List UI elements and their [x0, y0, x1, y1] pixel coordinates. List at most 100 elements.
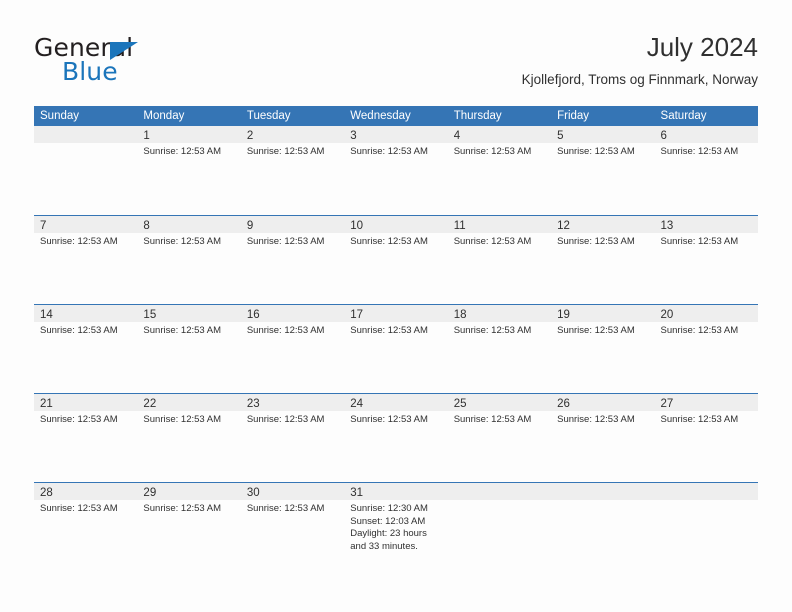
day-events: Sunrise: 12:53 AM: [137, 322, 240, 338]
calendar-day-cell[interactable]: 31 Sunrise: 12:30 AM Sunset: 12:03 AM Dayli…: [344, 483, 448, 571]
calendar-day-cell[interactable]: 17 Sunrise: 12:53 AM: [344, 305, 448, 393]
day-events: [34, 143, 137, 146]
calendar-day-cell[interactable]: 14 Sunrise: 12:53 AM: [34, 305, 138, 393]
day-number-band: 3: [344, 126, 448, 143]
day-number-band: 2: [240, 126, 345, 143]
day-event-line: Sunrise: 12:53 AM: [143, 503, 222, 514]
calendar-day-cell[interactable]: 19 Sunrise: 12:53 AM: [551, 305, 655, 393]
day-number: 27: [660, 398, 674, 410]
day-events: Sunrise: 12:53 AM: [34, 500, 137, 516]
day-number: 3: [350, 130, 357, 142]
day-number-band: 30: [240, 483, 345, 500]
day-number: 13: [660, 220, 674, 232]
day-events: [551, 500, 654, 503]
day-events: Sunrise: 12:53 AM: [344, 322, 447, 338]
day-number: 14: [40, 309, 53, 321]
calendar-day-cell[interactable]: 29 Sunrise: 12:53 AM: [137, 483, 241, 571]
calendar-day-cell[interactable]: 2 Sunrise: 12:53 AM: [240, 126, 345, 215]
calendar-day-cell[interactable]: 28 Sunrise: 12:53 AM: [34, 483, 138, 571]
page-title: July 2024: [646, 32, 758, 62]
calendar-day-cell[interactable]: 25 Sunrise: 12:53 AM: [447, 394, 552, 482]
calendar-day-cell[interactable]: 13 Sunrise: 12:53 AM: [654, 216, 758, 304]
calendar-day-cell[interactable]: 7 Sunrise: 12:53 AM: [34, 216, 138, 304]
day-number: 1: [143, 130, 150, 142]
day-number: 31: [350, 487, 364, 499]
day-event-line: Sunrise: 12:53 AM: [143, 146, 222, 157]
day-event-line: Sunrise: 12:53 AM: [557, 414, 635, 425]
calendar-page: General Blue July 2024 Kjollefjord, Trom…: [0, 0, 792, 612]
day-number: 23: [246, 398, 260, 410]
calendar-day-cell[interactable]: 24 Sunrise: 12:53 AM: [344, 394, 448, 482]
calendar-day-cell[interactable]: 8 Sunrise: 12:53 AM: [137, 216, 241, 304]
day-number-band: 22: [137, 394, 241, 411]
calendar-day-cell[interactable]: 6 Sunrise: 12:53 AM: [654, 126, 758, 215]
calendar-day-cell[interactable]: 9 Sunrise: 12:53 AM: [240, 216, 345, 304]
day-number-band: 12: [551, 216, 655, 233]
day-number: 12: [557, 220, 570, 232]
calendar-day-cell[interactable]: 16 Sunrise: 12:53 AM: [240, 305, 345, 393]
day-events: Sunrise: 12:53 AM: [34, 411, 137, 427]
calendar-day-cell[interactable]: 3 Sunrise: 12:53 AM: [344, 126, 448, 215]
day-events: Sunrise: 12:53 AM: [241, 500, 344, 516]
calendar-week-row: 14 Sunrise: 12:53 AM 15 Sunrise: 12:53 AM 16…: [34, 304, 758, 393]
day-event-line: Sunrise: 12:53 AM: [557, 236, 635, 247]
calendar-day-cell[interactable]: 20 Sunrise: 12:53 AM: [654, 305, 758, 393]
day-events: Sunrise: 12:53 AM: [551, 143, 654, 159]
day-events: Sunrise: 12:53 AM: [551, 322, 654, 338]
calendar-day-cell[interactable]: 26 Sunrise: 12:53 AM: [551, 394, 655, 482]
calendar-day-cell[interactable]: 1 Sunrise: 12:53 AM: [137, 126, 241, 215]
day-number: 17: [350, 309, 364, 321]
day-events: Sunrise: 12:53 AM: [551, 233, 654, 249]
calendar-day-cell[interactable]: 21 Sunrise: 12:53 AM: [34, 394, 138, 482]
page-header: General Blue July 2024 Kjollefjord, Trom…: [34, 30, 758, 98]
day-events: Sunrise: 12:53 AM: [241, 233, 344, 249]
day-events: Sunrise: 12:53 AM: [655, 322, 758, 338]
day-event-line: Sunrise: 12:53 AM: [350, 236, 428, 247]
day-number-band: 15: [137, 305, 241, 322]
day-events: Sunrise: 12:53 AM: [137, 143, 240, 159]
day-number: 7: [40, 220, 47, 232]
calendar-day-cell[interactable]: 22 Sunrise: 12:53 AM: [137, 394, 241, 482]
day-number-band: 20: [654, 305, 758, 322]
day-number-band: 4: [447, 126, 552, 143]
day-event-line: Sunrise: 12:53 AM: [40, 414, 118, 425]
calendar-week-row: 1 Sunrise: 12:53 AM 2 Sunrise: 12:53 AM 3 Sun…: [34, 126, 758, 215]
day-event-line: Sunrise: 12:53 AM: [143, 236, 222, 247]
day-number-band: 7: [34, 216, 138, 233]
day-events: [448, 500, 551, 503]
day-event-line: Sunrise: 12:53 AM: [350, 146, 428, 157]
calendar-week-row: 28 Sunrise: 12:53 AM 29 Sunrise: 12:53 AM 30…: [34, 482, 758, 571]
day-events: Sunrise: 12:30 AM Sunset: 12:03 AM Dayligh…: [344, 500, 447, 553]
day-event-line: Sunrise: 12:53 AM: [40, 503, 118, 514]
day-number-band: 13: [654, 216, 758, 233]
day-number: 29: [143, 487, 157, 499]
calendar-day-cell[interactable]: 23 Sunrise: 12:53 AM: [240, 394, 345, 482]
calendar-day-cell[interactable]: 27 Sunrise: 12:53 AM: [654, 394, 758, 482]
day-of-week-header-monday: Monday: [143, 110, 185, 122]
day-number: 21: [40, 398, 53, 410]
calendar-day-cell[interactable]: 4 Sunrise: 12:53 AM: [447, 126, 552, 215]
day-event-line: Sunrise: 12:53 AM: [453, 325, 532, 336]
day-events: Sunrise: 12:53 AM: [137, 500, 240, 516]
day-of-week-header-thursday: Thursday: [453, 110, 502, 122]
calendar-day-cell[interactable]: 11 Sunrise: 12:53 AM: [447, 216, 552, 304]
calendar-day-cell[interactable]: 15 Sunrise: 12:53 AM: [137, 305, 241, 393]
calendar-day-cell[interactable]: 10 Sunrise: 12:53 AM: [344, 216, 448, 304]
day-events: Sunrise: 12:53 AM: [344, 143, 447, 159]
day-of-week-header-row: Sunday Monday Tuesday Wednesday Thursday Frid…: [34, 106, 758, 126]
day-event-line: Sunrise: 12:53 AM: [246, 414, 325, 425]
day-events: Sunrise: 12:53 AM: [241, 143, 344, 159]
day-number-band: 1: [137, 126, 241, 143]
calendar-day-cell[interactable]: 18 Sunrise: 12:53 AM: [447, 305, 552, 393]
day-event-line: Sunrise: 12:53 AM: [660, 414, 739, 425]
day-event-line: Sunrise: 12:53 AM: [246, 146, 325, 157]
day-number: 4: [453, 130, 461, 142]
calendar-day-cell[interactable]: 30 Sunrise: 12:53 AM: [240, 483, 345, 571]
day-number-band: 5: [551, 126, 655, 143]
calendar-day-cell[interactable]: 12 Sunrise: 12:53 AM: [551, 216, 655, 304]
day-event-line: Sunrise: 12:53 AM: [40, 236, 118, 247]
calendar-day-cell[interactable]: 5 Sunrise: 12:53 AM: [551, 126, 655, 215]
day-events: Sunrise: 12:53 AM: [448, 143, 551, 159]
day-event-line: Sunrise: 12:53 AM: [660, 325, 739, 336]
day-number: 5: [557, 130, 564, 142]
